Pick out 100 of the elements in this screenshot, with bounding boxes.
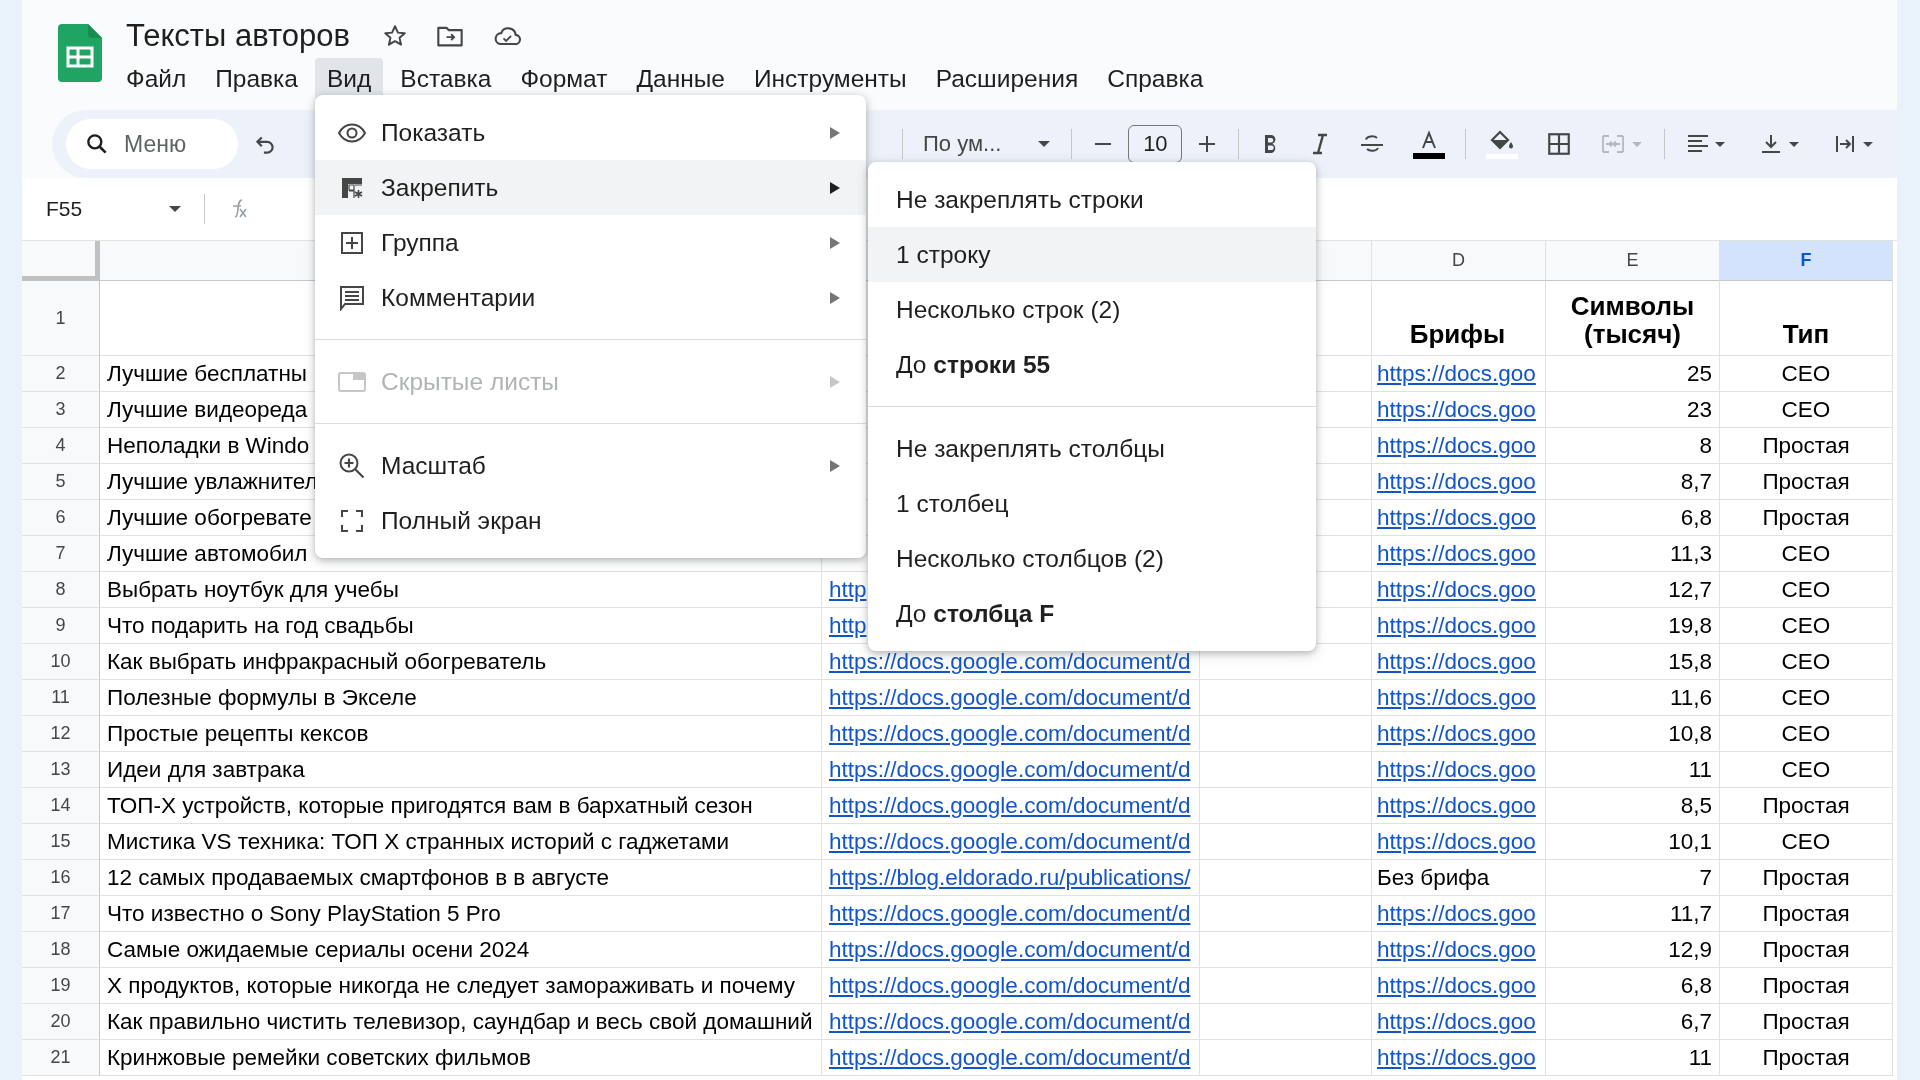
link[interactable]: https://docs.google.com/document/d xyxy=(829,829,1191,855)
link[interactable]: https://docs.google.com/document/d xyxy=(829,973,1191,999)
menu-bar-item[interactable]: Правка xyxy=(203,58,310,100)
link[interactable]: https://docs.goo xyxy=(1377,361,1536,387)
menu-item[interactable]: Комментарии xyxy=(315,270,866,325)
row-header[interactable]: 12 xyxy=(22,716,100,752)
link[interactable]: https://blog.eldorado.ru/publications/ xyxy=(829,865,1191,891)
menu-item[interactable]: Несколько строк (2) xyxy=(868,282,1316,337)
link[interactable]: https://docs.goo xyxy=(1377,1045,1536,1071)
menu-item[interactable]: До строки 55 xyxy=(868,337,1316,392)
menu-item[interactable]: 1 строку xyxy=(868,227,1316,282)
column-header[interactable]: D xyxy=(1372,241,1546,281)
font-dropdown[interactable]: По ум... xyxy=(909,131,1066,157)
menu-item[interactable]: До столбца F xyxy=(868,586,1316,641)
row-header[interactable]: 11 xyxy=(22,680,100,716)
caret-icon[interactable] xyxy=(168,205,182,213)
cloud-check-icon[interactable] xyxy=(492,24,522,48)
link[interactable]: https://docs.goo xyxy=(1377,901,1536,927)
row-header[interactable]: 17 xyxy=(22,896,100,932)
link[interactable]: https://docs.goo xyxy=(1377,577,1536,603)
link[interactable]: https://docs.goo xyxy=(1377,505,1536,531)
menu-bar-item[interactable]: Вид xyxy=(315,58,384,100)
link[interactable]: https://docs.goo xyxy=(1377,397,1536,423)
link[interactable]: https://docs.google.com/document/d xyxy=(829,901,1191,927)
link[interactable]: http xyxy=(829,577,867,603)
link[interactable]: https://docs.goo xyxy=(1377,613,1536,639)
table-cell: 10,8 xyxy=(1546,716,1720,752)
link[interactable]: https://docs.google.com/document/d xyxy=(829,757,1191,783)
row-header[interactable]: 2 xyxy=(22,356,100,392)
cell-reference-field[interactable]: F55 xyxy=(46,197,168,221)
row-header[interactable]: 21 xyxy=(22,1040,100,1076)
link[interactable]: https://docs.goo xyxy=(1377,469,1536,495)
link[interactable]: https://docs.google.com/document/d xyxy=(829,793,1191,819)
menu-item[interactable]: Группа xyxy=(315,215,866,270)
row-header[interactable]: 19 xyxy=(22,968,100,1004)
table-cell: СЕО xyxy=(1720,572,1893,608)
link[interactable]: https://docs.google.com/document/d xyxy=(829,721,1191,747)
menu-item[interactable]: Показать xyxy=(315,105,866,160)
row-header[interactable]: 18 xyxy=(22,932,100,968)
menu-bar-item[interactable]: Формат xyxy=(508,58,620,100)
menu-item[interactable]: Закрепить xyxy=(315,160,866,215)
link[interactable]: https://docs.goo xyxy=(1377,541,1536,567)
link[interactable]: https://docs.goo xyxy=(1377,433,1536,459)
link[interactable]: https://docs.google.com/document/d xyxy=(829,685,1191,711)
row-header[interactable]: 14 xyxy=(22,788,100,824)
row-header[interactable]: 13 xyxy=(22,752,100,788)
table-cell: Простая xyxy=(1720,896,1893,932)
row-header[interactable]: 1 xyxy=(22,281,100,356)
row-header[interactable]: 3 xyxy=(22,392,100,428)
table-cell: 11,6 xyxy=(1546,680,1720,716)
link[interactable]: https://docs.goo xyxy=(1377,757,1536,783)
row-header[interactable]: 6 xyxy=(22,500,100,536)
row-header[interactable]: 20 xyxy=(22,1004,100,1040)
menu-bar-item[interactable]: Вставка xyxy=(388,58,504,100)
menu-bar-item[interactable]: Инструменты xyxy=(741,58,919,100)
row-header[interactable]: 10 xyxy=(22,644,100,680)
link[interactable]: https://docs.goo xyxy=(1377,649,1536,675)
row-header[interactable]: 7 xyxy=(22,536,100,572)
link[interactable]: https://docs.google.com/document/d xyxy=(829,1045,1191,1071)
link[interactable]: https://docs.goo xyxy=(1377,973,1536,999)
link[interactable]: https://docs.google.com/document/d xyxy=(829,937,1191,963)
row-header[interactable]: 5 xyxy=(22,464,100,500)
menu-bar-item[interactable]: Файл xyxy=(114,58,199,100)
menu-item[interactable]: Не закреплять строки xyxy=(868,172,1316,227)
menu-item[interactable]: Не закреплять столбцы xyxy=(868,421,1316,476)
menu-item[interactable]: 1 столбец xyxy=(868,476,1316,531)
link[interactable]: https://docs.goo xyxy=(1377,685,1536,711)
menu-bar-item[interactable]: Данные xyxy=(624,58,737,100)
borders-icon[interactable] xyxy=(1546,131,1573,157)
link[interactable]: https://docs.goo xyxy=(1377,793,1536,819)
menu-bar-item[interactable]: Справка xyxy=(1095,58,1216,100)
eye-icon xyxy=(337,121,367,144)
fullscreen-icon xyxy=(340,508,364,533)
document-title[interactable]: Тексты авторов xyxy=(126,18,350,54)
link[interactable]: http xyxy=(829,613,867,639)
link[interactable]: https://docs.goo xyxy=(1377,1009,1536,1035)
star-icon[interactable] xyxy=(382,23,408,49)
row-header[interactable]: 4 xyxy=(22,428,100,464)
row-header[interactable]: 8 xyxy=(22,572,100,608)
link[interactable]: https://docs.goo xyxy=(1377,937,1536,963)
menu-item[interactable]: Несколько столбцов (2) xyxy=(868,531,1316,586)
row-header[interactable]: 15 xyxy=(22,824,100,860)
menu-bar-item[interactable]: Расширения xyxy=(923,58,1091,100)
row-header[interactable]: 16 xyxy=(22,860,100,896)
table-cell: Выбрать ноутбук для учебы xyxy=(100,572,822,608)
link[interactable]: https://docs.goo xyxy=(1377,829,1536,855)
sheets-logo-icon[interactable] xyxy=(58,24,102,82)
search-field[interactable]: Меню xyxy=(66,119,238,169)
link[interactable]: https://docs.goo xyxy=(1377,721,1536,747)
table-cell: 11,3 xyxy=(1546,536,1720,572)
row-header[interactable]: 9 xyxy=(22,608,100,644)
column-title: Тип xyxy=(1720,281,1893,356)
column-header[interactable]: F xyxy=(1720,241,1893,281)
fill-color-icon[interactable] xyxy=(1486,128,1519,160)
table-cell: Мистика VS техника: ТОП Х странных историй с гаджетами xyxy=(100,824,822,860)
link[interactable]: https://docs.google.com/document/d xyxy=(829,1009,1191,1035)
column-header[interactable]: E xyxy=(1546,241,1720,281)
link[interactable]: https://docs.google.com/document/d xyxy=(829,649,1191,675)
table-cell: Простая xyxy=(1720,464,1893,500)
table-cell: 25 xyxy=(1546,356,1720,392)
